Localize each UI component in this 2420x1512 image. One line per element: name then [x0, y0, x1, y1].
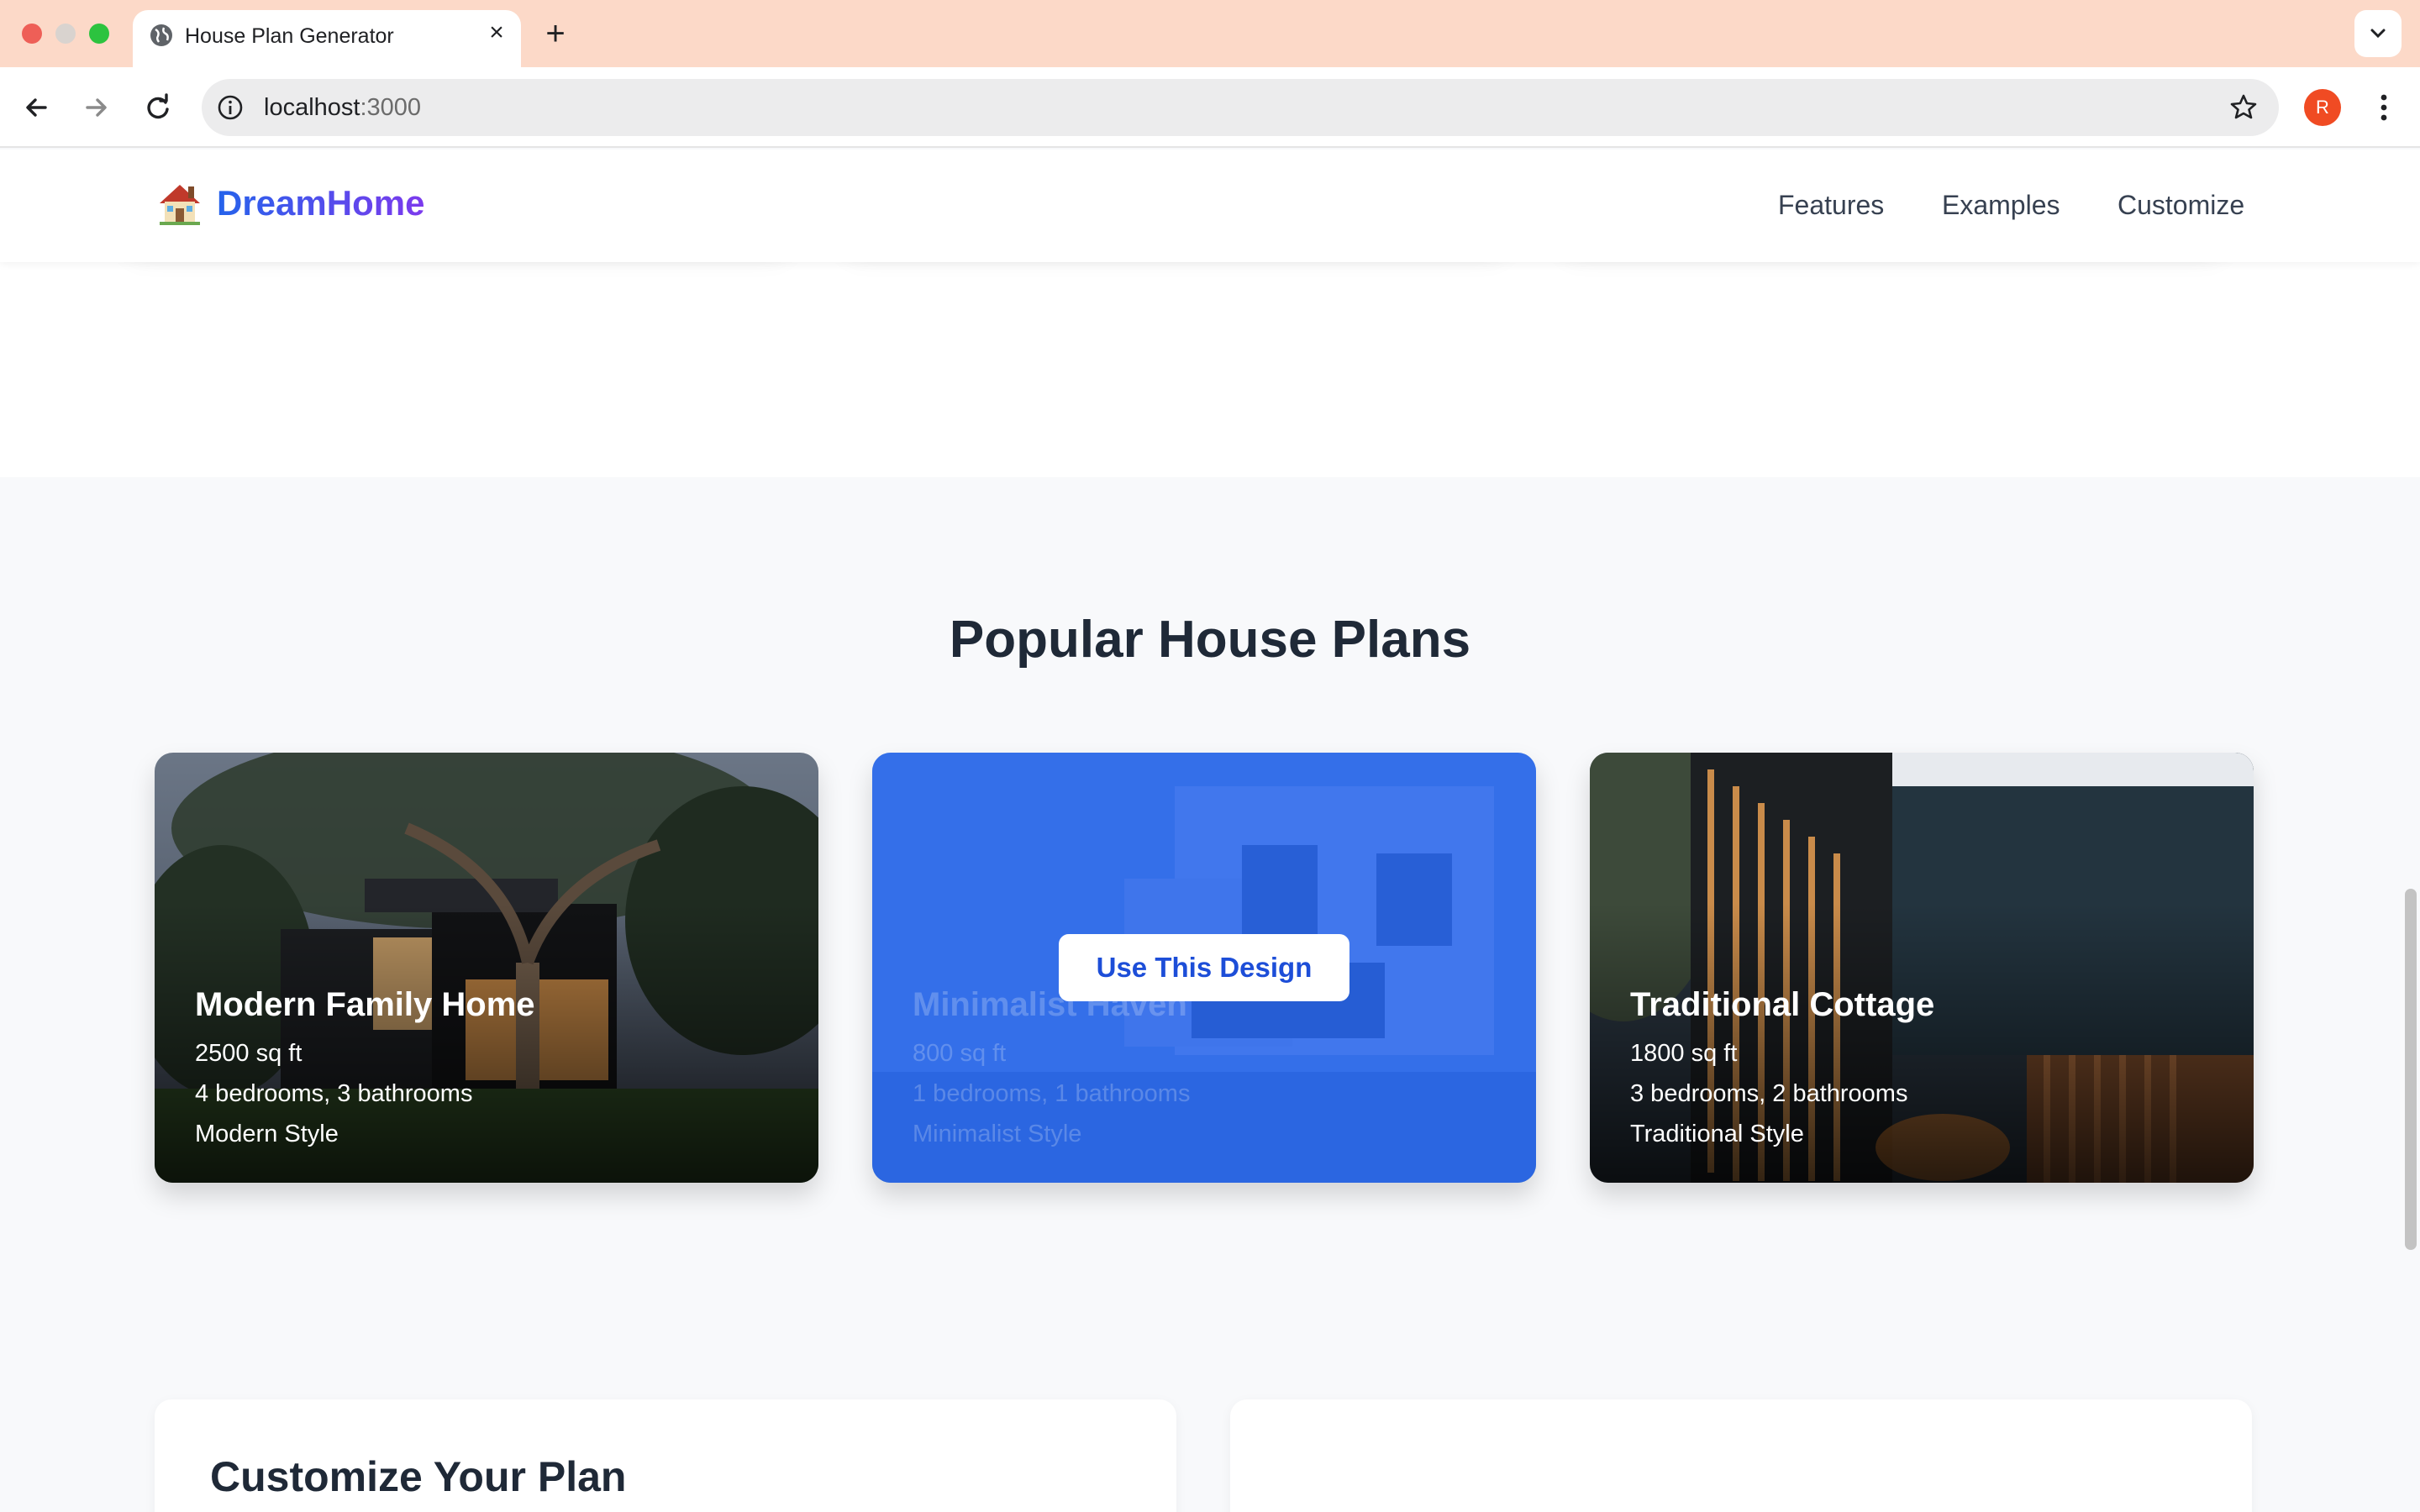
- tab-close-icon[interactable]: ×: [484, 20, 509, 45]
- plan-area: 2500 sq ft: [195, 1040, 302, 1067]
- plan-style: Minimalist Style: [913, 1121, 1082, 1147]
- globe-icon: [150, 24, 172, 46]
- site-header: DreamHome Features Examples Customize: [0, 150, 2420, 262]
- browser-menu-icon[interactable]: [2371, 89, 2396, 126]
- address-bar[interactable]: localhost:3000: [202, 79, 2279, 136]
- plan-rooms: 4 bedrooms, 3 bathrooms: [195, 1080, 473, 1107]
- window-zoom-button[interactable]: [89, 24, 109, 44]
- page-viewport: DreamHome Features Examples Customize Po…: [0, 150, 2420, 1512]
- tab-title: House Plan Generator: [185, 24, 394, 48]
- window-close-button[interactable]: [22, 24, 42, 44]
- plan-rooms: 3 bedrooms, 2 bathrooms: [1630, 1080, 1908, 1107]
- customize-form-panel: Customize Your Plan: [155, 1399, 1176, 1512]
- browser-tab-bar: House Plan Generator × +: [0, 0, 2420, 67]
- site-info-icon[interactable]: [215, 92, 245, 123]
- plan-rooms: 1 bedrooms, 1 bathrooms: [913, 1080, 1191, 1107]
- plan-card-modern[interactable]: Modern Family Home 2500 sq ft 4 bedrooms…: [155, 753, 818, 1183]
- reload-icon[interactable]: [138, 87, 178, 128]
- back-arrow-icon[interactable]: [17, 87, 57, 128]
- preview-panel: [1230, 1399, 2252, 1512]
- chevron-down-icon: [2370, 29, 2386, 39]
- section-title: Popular House Plans: [949, 611, 1471, 669]
- plan-style: Modern Style: [195, 1121, 339, 1147]
- browser-tab-active[interactable]: House Plan Generator ×: [133, 10, 521, 67]
- window-minimize-button[interactable]: [55, 24, 76, 44]
- profile-avatar[interactable]: R: [2304, 89, 2341, 126]
- nav-link-examples[interactable]: Examples: [1942, 186, 2060, 223]
- plan-style: Traditional Style: [1630, 1121, 1804, 1147]
- tab-search-button[interactable]: [2354, 10, 2402, 57]
- nav-link-customize[interactable]: Customize: [2118, 186, 2244, 223]
- page-scrollbar-thumb[interactable]: [2405, 889, 2417, 1250]
- bookmark-star-icon[interactable]: [2227, 91, 2260, 124]
- plan-area: 800 sq ft: [913, 1040, 1007, 1067]
- plan-card-traditional[interactable]: Traditional Cottage 1800 sq ft 3 bedroom…: [1590, 753, 2254, 1183]
- url-text[interactable]: localhost:3000: [264, 93, 421, 122]
- plan-title: Modern Family Home: [195, 986, 535, 1023]
- plan-title: Traditional Cottage: [1630, 986, 1935, 1023]
- forward-arrow-icon[interactable]: [76, 87, 116, 128]
- browser-toolbar: localhost:3000: [0, 67, 2420, 148]
- new-tab-button[interactable]: +: [541, 15, 570, 52]
- customize-title: Customize Your Plan: [210, 1453, 627, 1500]
- nav-link-features[interactable]: Features: [1778, 186, 1884, 223]
- plan-area: 1800 sq ft: [1630, 1040, 1738, 1067]
- site-logo-text[interactable]: DreamHome: [217, 180, 424, 227]
- use-this-design-button[interactable]: Use This Design: [1059, 934, 1349, 1001]
- house-icon[interactable]: [155, 178, 205, 228]
- plan-card-minimalist[interactable]: Minimalist Haven 800 sq ft 1 bedrooms, 1…: [872, 753, 1536, 1183]
